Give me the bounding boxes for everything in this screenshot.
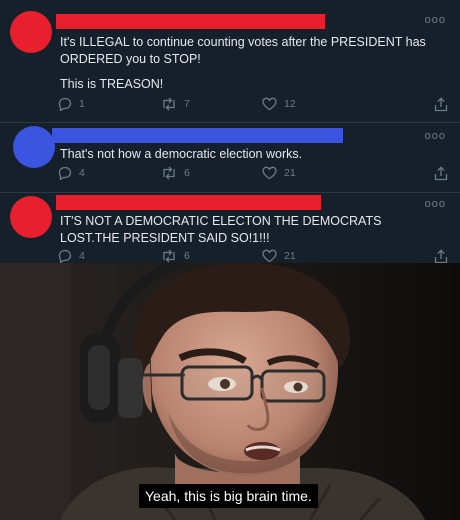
more-options-icon[interactable]: ooo — [425, 14, 446, 26]
share-icon — [434, 166, 448, 181]
meme-image: Yeah, this is big brain time. — [0, 263, 460, 520]
share-icon — [434, 97, 448, 112]
redacted-username — [56, 195, 321, 210]
retweet-icon — [163, 166, 175, 180]
retweet-count: 6 — [184, 167, 190, 179]
tweet-2[interactable]: ooo That's not how a democratic election… — [0, 122, 460, 192]
subtitle-caption: Yeah, this is big brain time. — [139, 484, 318, 508]
share-button[interactable] — [434, 166, 448, 184]
reply-button[interactable]: 4 — [58, 166, 85, 180]
divider — [0, 192, 460, 193]
tweet-text: That's not how a democratic election wor… — [60, 146, 440, 163]
retweet-count: 6 — [184, 250, 190, 262]
heart-icon — [262, 97, 277, 111]
reply-count: 4 — [79, 167, 85, 179]
tweet-feed: ooo It's ILLEGAL to continue counting vo… — [0, 0, 460, 264]
tweet-1[interactable]: ooo It's ILLEGAL to continue counting vo… — [0, 0, 460, 122]
tweet-text: IT'S NOT A DEMOCRATIC ELECTON THE DEMOCR… — [60, 213, 440, 247]
redacted-username — [52, 128, 343, 143]
retweet-button[interactable]: 6 — [161, 166, 190, 180]
like-button[interactable]: 21 — [262, 249, 296, 263]
avatar[interactable] — [13, 126, 55, 168]
tweet-text-line: That's not how a democratic election wor… — [60, 147, 303, 161]
reply-icon — [58, 166, 72, 180]
retweet-button[interactable]: 7 — [161, 97, 190, 111]
reply-button[interactable]: 1 — [58, 97, 85, 111]
reply-button[interactable]: 4 — [58, 249, 85, 263]
reply-icon — [58, 97, 72, 111]
like-count: 21 — [284, 167, 296, 179]
retweet-icon — [163, 249, 175, 263]
redacted-username — [56, 14, 325, 29]
more-options-icon[interactable]: ooo — [425, 130, 446, 142]
tweet-actions: 4 6 21 — [58, 166, 448, 184]
share-button[interactable] — [434, 97, 448, 115]
share-icon — [434, 249, 448, 264]
avatar[interactable] — [10, 196, 52, 238]
tweet-text: It's ILLEGAL to continue counting votes … — [60, 34, 440, 93]
avatar[interactable] — [10, 11, 52, 53]
retweet-icon — [163, 97, 175, 111]
more-options-icon[interactable]: ooo — [425, 198, 446, 210]
tweet-3[interactable]: ooo IT'S NOT A DEMOCRATIC ELECTON THE DE… — [0, 192, 460, 264]
tweet-text-line: It's ILLEGAL to continue counting votes … — [60, 35, 426, 66]
like-button[interactable]: 21 — [262, 166, 296, 180]
man-with-headphones-illustration — [0, 263, 460, 520]
like-button[interactable]: 12 — [262, 97, 296, 111]
like-count: 12 — [284, 98, 296, 110]
reply-count: 1 — [79, 98, 85, 110]
divider — [0, 122, 460, 123]
tweet-text-line: IT'S NOT A DEMOCRATIC ELECTON THE DEMOCR… — [60, 214, 382, 245]
reply-icon — [58, 249, 72, 263]
reply-count: 4 — [79, 250, 85, 262]
tweet-text-line: This is TREASON! — [60, 77, 164, 91]
like-count: 21 — [284, 250, 296, 262]
retweet-button[interactable]: 6 — [161, 249, 190, 263]
retweet-count: 7 — [184, 98, 190, 110]
tweet-actions: 1 7 12 — [58, 97, 448, 115]
heart-icon — [262, 166, 277, 180]
heart-icon — [262, 249, 277, 263]
